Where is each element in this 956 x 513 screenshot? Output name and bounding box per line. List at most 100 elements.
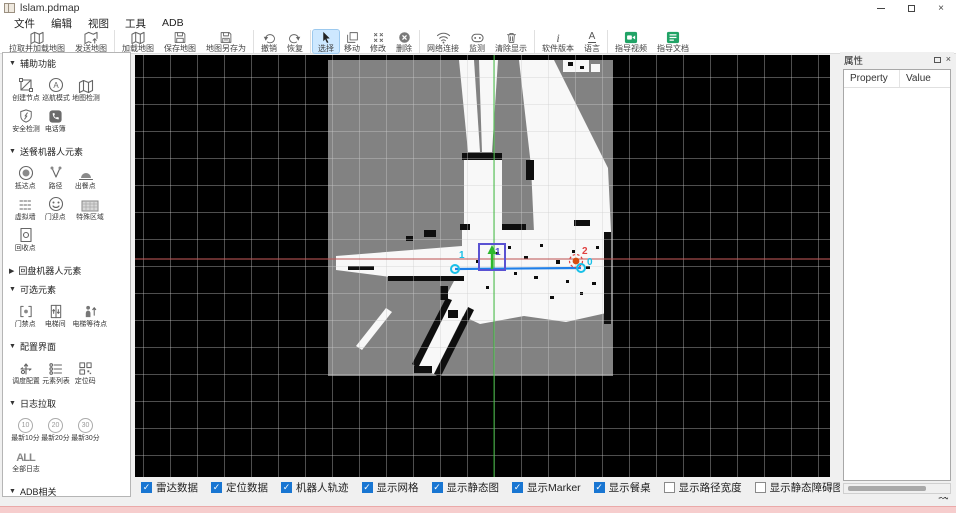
toolbar-software-version-button[interactable]: i 软件版本 <box>537 30 579 53</box>
sidebar-item-serving-point[interactable]: 出餐点 <box>71 163 100 190</box>
pull-load-map-icon <box>29 31 45 44</box>
checkbox-show-marker[interactable]: ✓显示Marker <box>512 480 581 495</box>
toolbar-language-button[interactable]: A 语言 <box>579 30 605 53</box>
titlebar: lslam.pdmap × <box>0 0 956 16</box>
toolbar-guide-doc-button[interactable]: 指导文档 <box>652 30 694 53</box>
toolbar-label: 软件版本 <box>542 44 574 53</box>
scrollbar-thumb[interactable] <box>848 486 926 491</box>
menu-adb[interactable]: ADB <box>154 17 192 29</box>
close-button[interactable]: × <box>926 0 956 16</box>
log-20-icon: 20 <box>48 415 63 433</box>
close-panel-icon[interactable]: × <box>946 55 951 64</box>
restore-button[interactable] <box>896 0 926 16</box>
sidebar-item-gate-point[interactable]: 门禁点 <box>11 301 40 328</box>
info-icon: i <box>556 31 559 44</box>
toolbar-select-button[interactable]: 选择 <box>313 30 339 53</box>
cruise-mode-icon: A <box>48 75 64 93</box>
menu-view[interactable]: 视图 <box>80 16 117 31</box>
sidebar-item-map-check[interactable]: 地图检测 <box>71 75 100 102</box>
sidebar-item-elevator-room[interactable]: 电梯间 <box>41 301 70 328</box>
toolbar-undo-button[interactable]: 撤销 <box>256 30 282 53</box>
target-marker-dot <box>573 258 580 265</box>
map-annotations[interactable]: 1 1 2 0 <box>135 55 830 477</box>
property-column-header: Property <box>844 70 900 87</box>
toolbar-label: 地图另存为 <box>206 44 246 53</box>
sidebar-item-path[interactable]: 路径 <box>41 163 70 190</box>
menu-file[interactable]: 文件 <box>6 16 43 31</box>
sidebar-item-greeting-point[interactable]: 门迎点 <box>41 194 70 221</box>
value-column-header: Value <box>900 70 931 87</box>
sidebar-item-dispatch-config[interactable]: 调度配置 <box>11 358 40 385</box>
target-marker-label: 2 <box>582 246 588 257</box>
sidebar-item-locate-code[interactable]: 定位码 <box>71 358 100 385</box>
sidebar-item-log-latest-10[interactable]: 10 最新10分 <box>11 415 40 442</box>
toolbar-label: 保存地图 <box>164 44 196 53</box>
properties-panel-header: 属性 × <box>840 52 954 67</box>
toolbar-monitor-button[interactable]: 监测 <box>464 30 490 53</box>
section-config[interactable]: ▼ 配置界面 <box>3 336 130 355</box>
sidebar-item-log-latest-20[interactable]: 20 最新20分 <box>41 415 70 442</box>
sidebar-item-virtual-wall[interactable]: 虚拟墙 <box>11 194 40 221</box>
move-icon <box>346 31 359 44</box>
checkbox-robot-track[interactable]: ✓机器人轨迹 <box>281 480 349 495</box>
sidebar-item-phonebook[interactable]: 电话簿 <box>41 106 70 133</box>
checkbox-localization-data[interactable]: ✓定位数据 <box>211 480 268 495</box>
section-auxiliary[interactable]: ▼ 辅助功能 <box>3 53 130 72</box>
checkbox-show-grid[interactable]: ✓显示网格 <box>362 480 419 495</box>
section-adb[interactable]: ▼ ADB相关 <box>3 481 130 497</box>
section-optional-elements[interactable]: ▼ 可选元素 <box>3 279 130 298</box>
map-canvas[interactable]: 1 1 2 0 <box>135 55 830 477</box>
checkbox-lidar-data[interactable]: ✓雷达数据 <box>141 480 198 495</box>
properties-horizontal-scrollbar[interactable] <box>843 483 951 494</box>
load-map-icon <box>130 31 146 44</box>
sidebar-item-element-list[interactable]: 元素列表 <box>41 358 70 385</box>
sidebar-item-recycle-point[interactable]: 回收点 <box>11 225 40 252</box>
toolbar-label: 删除 <box>396 44 412 53</box>
delete-icon <box>398 31 411 44</box>
svg-text:A: A <box>53 81 59 90</box>
sidebar-item-log-all[interactable]: ALL 全部日志 <box>11 446 40 473</box>
sidebar-item-cruise-mode[interactable]: A 巡航模式 <box>41 75 70 102</box>
toolbar-guide-video-button[interactable]: 指导视频 <box>610 30 652 53</box>
sidebar-item-arrival-point[interactable]: 抵达点 <box>11 163 40 190</box>
sidebar-item-elevator-wait-point[interactable]: 电梯等待点 <box>71 301 109 328</box>
section-log-pull[interactable]: ▼ 日志拉取 <box>3 393 130 412</box>
checkbox-show-path-width[interactable]: 显示路径宽度 <box>664 480 742 495</box>
toolbar-network-connect-button[interactable]: 网络连接 <box>422 30 464 53</box>
redo-icon <box>288 31 302 44</box>
toolbar-pull-load-map-button[interactable]: 拉取并加载地图 <box>4 30 70 53</box>
toolbar-label: 恢复 <box>287 44 303 53</box>
toolbar-load-map-button[interactable]: 加载地图 <box>117 30 159 53</box>
elevator-icon <box>49 301 63 319</box>
toolbar-label: 清除显示 <box>495 44 527 53</box>
sidebar-item-create-node[interactable]: 创建节点 <box>11 75 40 102</box>
checkbox-show-tables[interactable]: ✓显示餐桌 <box>594 480 651 495</box>
toolbar-label: 指导视频 <box>615 44 647 53</box>
toolbar-modify-button[interactable]: 修改 <box>365 30 391 53</box>
section-return-robot-elements[interactable]: ▶ 回盘机器人元素 <box>3 260 130 279</box>
sidebar-item-log-latest-30[interactable]: 30 最新30分 <box>71 415 100 442</box>
toolbar-delete-button[interactable]: 删除 <box>391 30 417 53</box>
menu-tools[interactable]: 工具 <box>117 16 154 31</box>
dispatch-config-icon <box>18 358 34 376</box>
checkbox-show-static-map[interactable]: ✓显示静态图 <box>432 480 500 495</box>
toolbar-redo-button[interactable]: 恢复 <box>282 30 308 53</box>
checkbox-show-static-obstacle-map[interactable]: 显示静态障碍图 <box>755 480 844 495</box>
selection-label: 1 <box>495 247 501 258</box>
menu-edit[interactable]: 编辑 <box>43 16 80 31</box>
collapse-triangle-icon: ▶ <box>9 267 14 275</box>
toolbar-move-button[interactable]: 移动 <box>339 30 365 53</box>
elevator-wait-icon <box>82 301 98 319</box>
toolbar-clear-display-button[interactable]: 清除显示 <box>490 30 532 53</box>
checkbox-icon: ✓ <box>432 482 443 493</box>
toolbar-send-map-button[interactable]: 发送地图 <box>70 30 112 53</box>
minimize-button[interactable] <box>866 0 896 16</box>
toolbar-save-map-as-button[interactable]: 地图另存为 <box>201 30 251 53</box>
section-delivery-elements[interactable]: ▼ 送餐机器人元素 <box>3 141 130 160</box>
toolbar-save-map-button[interactable]: 保存地图 <box>159 30 201 53</box>
toolbar-label: 选择 <box>318 44 334 53</box>
sidebar-item-safety-check[interactable]: 安全检测 <box>11 106 40 133</box>
float-panel-icon[interactable] <box>934 57 941 63</box>
sidebar-item-special-zone[interactable]: 特殊区域 <box>71 194 109 221</box>
select-cursor-icon <box>320 31 333 44</box>
